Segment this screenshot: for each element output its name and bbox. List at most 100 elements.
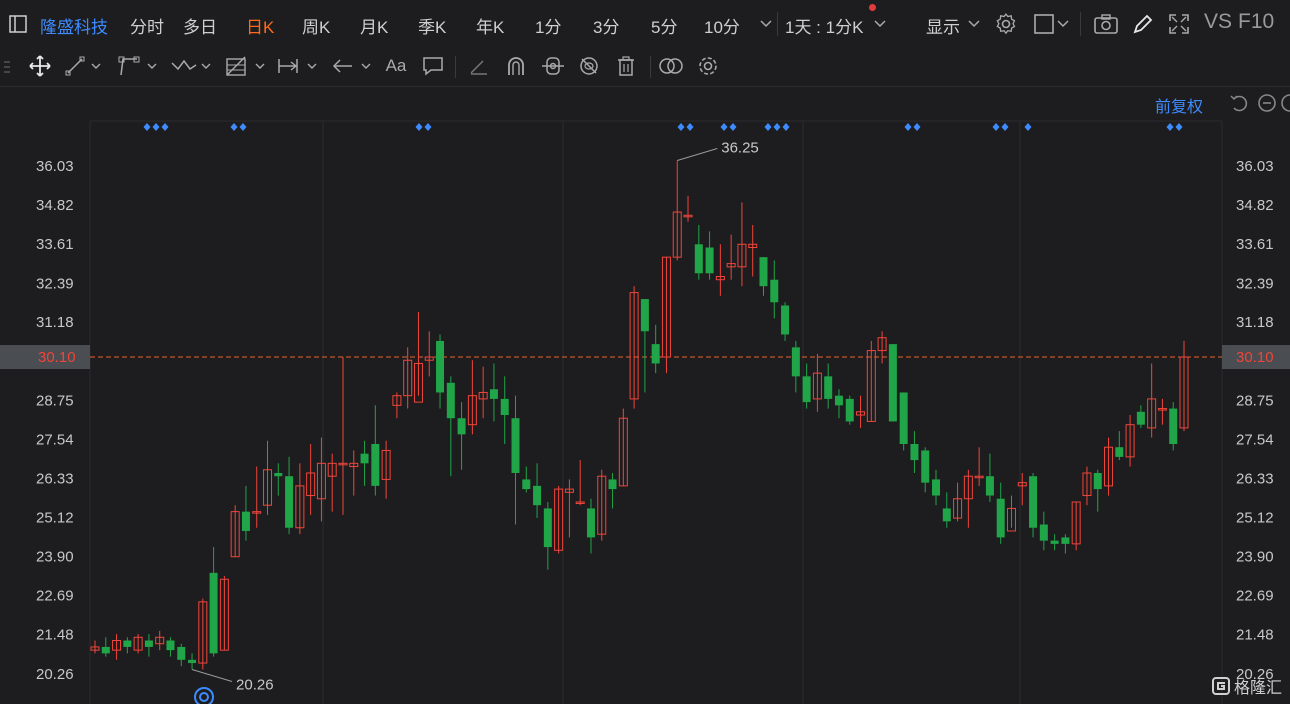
y-tick-left: 32.39	[36, 275, 74, 292]
candle-body-down	[996, 498, 1005, 538]
candle-body-down	[694, 244, 703, 274]
candle-body-down	[1115, 447, 1124, 457]
candle-body-down	[932, 479, 941, 496]
candle-body-down	[640, 299, 649, 332]
candle-body-down	[608, 479, 617, 490]
y-tick-right: 33.61	[1236, 236, 1274, 253]
tab-yearly-k[interactable]: 年K	[476, 13, 504, 38]
tab-3min[interactable]: 3分	[593, 13, 619, 38]
candle-body-down	[371, 443, 380, 486]
candle-body-down	[781, 305, 790, 335]
event-marker-diamond	[904, 123, 912, 131]
tab-1min[interactable]: 1分	[535, 13, 561, 38]
candle-body-down	[533, 485, 542, 506]
vs-compare-button[interactable]: VS	[1204, 10, 1232, 34]
candle-body-down	[500, 398, 509, 416]
comment-tool-icon[interactable]	[421, 54, 445, 78]
tab-duori[interactable]: 多日	[183, 13, 217, 38]
pencil-icon[interactable]	[1131, 12, 1155, 36]
candle-body-down	[888, 344, 897, 422]
event-marker-diamond	[782, 123, 790, 131]
y-tick-right: 25.12	[1236, 509, 1274, 526]
candle-body-down	[802, 376, 811, 403]
tab-5min[interactable]: 5分	[651, 13, 677, 38]
move-icon[interactable]	[28, 54, 52, 78]
trash-icon[interactable]	[614, 54, 638, 78]
event-marker-diamond	[992, 123, 1000, 131]
eraser-icon[interactable]	[466, 54, 490, 78]
line-tool-icon[interactable]	[64, 54, 104, 78]
layout-chevron-icon[interactable]	[1056, 16, 1070, 32]
draw-settings-icon[interactable]	[696, 54, 720, 78]
watermark-logo: 格隆汇	[1211, 674, 1282, 698]
fib-tool-icon[interactable]	[224, 54, 268, 78]
polyline-tool-icon[interactable]	[117, 54, 159, 78]
candle-body-down	[166, 640, 175, 651]
f10-button[interactable]: F10	[1238, 10, 1274, 34]
y-tick-right: 31.18	[1236, 314, 1274, 331]
arrow-tool-icon[interactable]	[330, 54, 374, 78]
y-tick-right: 34.82	[1236, 197, 1274, 214]
candle-body-down	[241, 511, 250, 531]
y-tick-left: 26.33	[36, 470, 74, 487]
tab-quarterly-k[interactable]: 季K	[418, 13, 446, 38]
layout-square-icon[interactable]	[1032, 12, 1056, 36]
event-marker-diamond	[1024, 123, 1032, 131]
tab-weekly-k[interactable]: 周K	[302, 13, 330, 38]
lock-icon[interactable]	[540, 54, 566, 78]
event-marker-diamond	[913, 123, 921, 131]
signal-marker-inner	[199, 692, 209, 702]
candle-body-down	[101, 646, 110, 654]
drawbar-divider	[650, 56, 651, 78]
magnet-icon[interactable]	[504, 54, 528, 78]
settings-icon[interactable]	[994, 12, 1018, 36]
current-price-label-right: 30.10	[1236, 349, 1274, 366]
text-tool-icon[interactable]: Aa	[383, 54, 409, 78]
event-marker-diamond	[677, 123, 685, 131]
event-marker-diamond	[729, 123, 737, 131]
display-menu[interactable]: 显示	[926, 13, 960, 38]
y-tick-left: 36.03	[36, 158, 74, 175]
tab-fenshi[interactable]: 分时	[130, 13, 164, 38]
sidebar-toggle-icon[interactable]	[8, 14, 28, 34]
event-marker-diamond	[424, 123, 432, 131]
y-tick-right: 21.48	[1236, 627, 1274, 644]
period-more-chevron-icon[interactable]	[758, 16, 774, 32]
y-tick-left: 27.54	[36, 431, 74, 448]
link-icon[interactable]	[657, 54, 685, 78]
candle-body-down	[511, 418, 520, 473]
tab-daily-k[interactable]: 日K	[246, 13, 274, 38]
tab-10min[interactable]: 10分	[704, 13, 740, 38]
wave-tool-icon[interactable]	[170, 54, 214, 78]
interval-selector[interactable]: 1天 : 1分K	[785, 13, 863, 38]
display-chevron-icon[interactable]	[966, 16, 982, 32]
y-tick-left: 21.48	[36, 627, 74, 644]
drag-handle-icon[interactable]	[2, 58, 12, 76]
stock-name[interactable]: 隆盛科技	[40, 13, 108, 38]
top-toolbar: 隆盛科技 分时 多日 日K 周K 月K 季K 年K 1分 3分 5分 10分 1…	[0, 0, 1290, 48]
y-tick-left: 25.12	[36, 509, 74, 526]
measure-tool-icon[interactable]	[276, 54, 320, 78]
y-tick-right: 28.75	[1236, 393, 1274, 410]
hide-icon[interactable]	[577, 54, 601, 78]
toolbar-divider	[777, 12, 778, 36]
fullscreen-icon[interactable]	[1167, 12, 1191, 36]
event-marker-diamond	[415, 123, 423, 131]
candle-body-down	[123, 640, 132, 647]
event-marker-diamond	[239, 123, 247, 131]
candle-body-down	[824, 376, 833, 399]
interval-chevron-icon[interactable]	[872, 16, 888, 32]
candle-body-down	[522, 479, 531, 490]
event-marker-diamond	[764, 123, 772, 131]
y-tick-right: 36.03	[1236, 158, 1274, 175]
current-price-label-left: 30.10	[38, 349, 76, 366]
camera-icon[interactable]	[1093, 12, 1119, 36]
kline-chart-area[interactable]: 前复权 36.03 36.03 34.82 34.82 33.61 33.61 32.39 3…	[0, 86, 1290, 704]
candle-body-down	[274, 472, 283, 477]
candle-body-down	[942, 508, 951, 522]
candle-body-down	[489, 389, 498, 399]
y-tick-left: 34.82	[36, 197, 74, 214]
candle-body-down	[985, 476, 994, 496]
y-tick-left: 22.69	[36, 588, 74, 605]
tab-monthly-k[interactable]: 月K	[360, 13, 388, 38]
